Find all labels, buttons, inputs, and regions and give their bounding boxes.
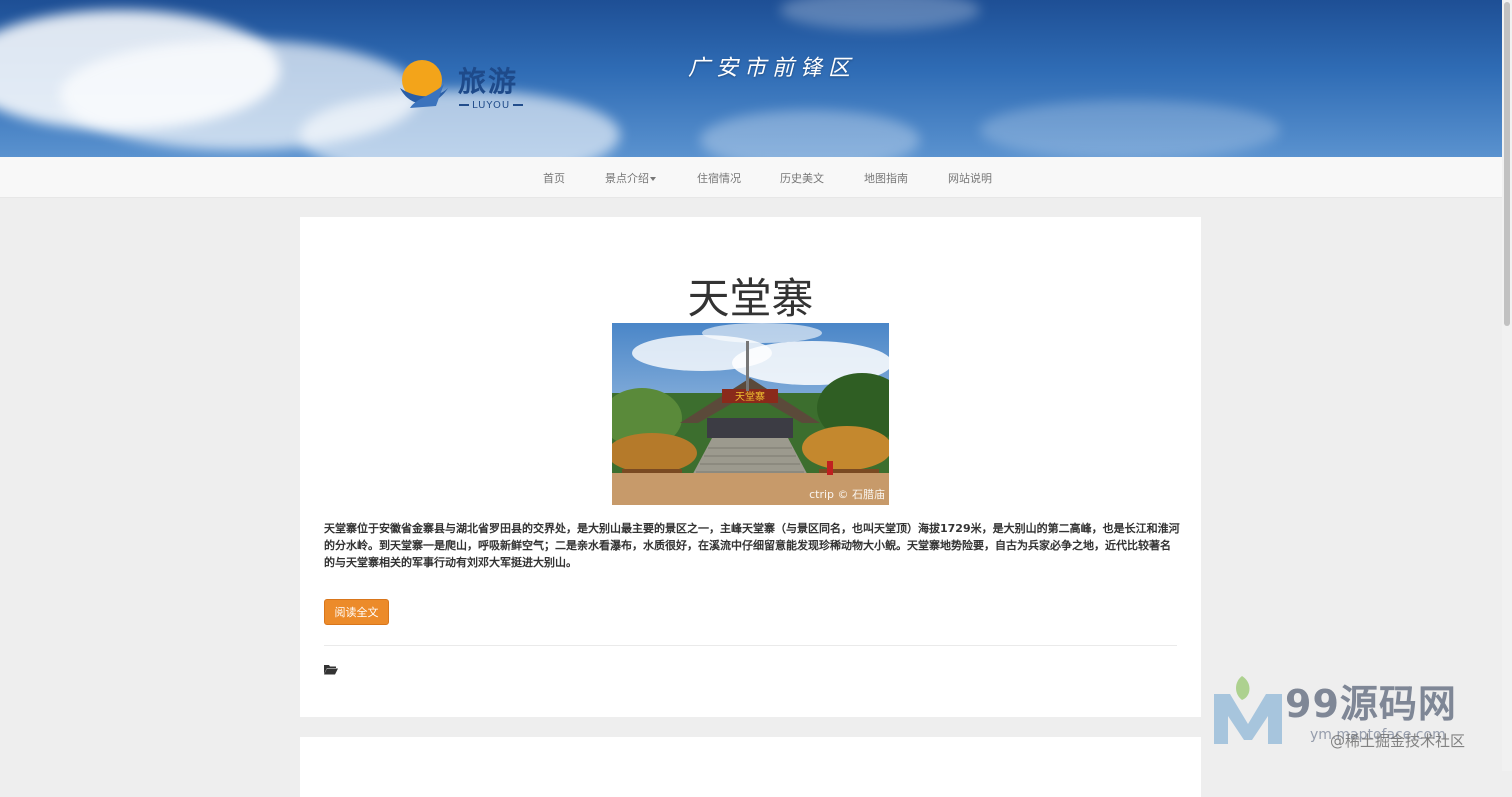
nav-item-label: 历史美文 — [780, 172, 824, 185]
read-more-button[interactable]: 阅读全文 — [324, 599, 389, 625]
gate-sign-text: 天堂寨 — [735, 390, 765, 403]
header-banner: 旅游 LUYOU 广安市前锋区 — [0, 0, 1502, 157]
main-navbar: 首页 景点介绍 住宿情况 历史美文 地图指南 网站说明 — [0, 157, 1502, 198]
cloud-decoration — [700, 110, 920, 157]
cloud-decoration — [980, 100, 1280, 157]
caret-down-icon — [650, 177, 656, 181]
post-image[interactable]: 天堂寨 ctrip © 石腊庙 — [612, 323, 889, 505]
nav-item-site-info[interactable]: 网站说明 — [948, 170, 992, 186]
site-title: 广安市前锋区 — [688, 56, 857, 81]
nav-item-label: 网站说明 — [948, 172, 992, 185]
nav-item-label: 地图指南 — [864, 172, 908, 185]
post-title[interactable]: 天堂寨 — [300, 265, 1201, 326]
nav-item-attractions[interactable]: 景点介绍 — [605, 170, 656, 186]
nav-item-home[interactable]: 首页 — [543, 170, 565, 186]
folder-open-icon[interactable] — [324, 664, 338, 675]
post-divider — [324, 645, 1177, 646]
post-card: 天堂寨 天堂寨 ctrip © 石腊庙 天堂寨位于安徽省金寨县与湖北省罗田县的交… — [300, 217, 1201, 717]
post-card-next — [300, 737, 1201, 797]
nav-item-label: 首页 — [543, 172, 565, 185]
nav-item-map-guide[interactable]: 地图指南 — [864, 170, 908, 186]
scrollbar-thumb[interactable] — [1504, 2, 1510, 326]
nav-item-history[interactable]: 历史美文 — [780, 170, 824, 186]
image-credit: ctrip © 石腊庙 — [809, 488, 885, 501]
nav-item-accommodation[interactable]: 住宿情况 — [697, 170, 741, 186]
scenic-gate-image: 天堂寨 — [612, 323, 889, 505]
cloud-decoration — [780, 0, 980, 30]
watermark-community: @稀土掘金技术社区 — [1330, 732, 1466, 750]
nav-item-label: 住宿情况 — [697, 172, 741, 185]
logo-subtitle: LUYOU — [456, 100, 526, 111]
nav-item-label: 景点介绍 — [605, 172, 649, 185]
post-excerpt: 天堂寨位于安徽省金寨县与湖北省罗田县的交界处，是大别山最主要的景区之一，主峰天堂… — [324, 522, 1180, 569]
watermark-brand: 99源码网 — [1285, 682, 1457, 726]
logo-text[interactable]: 旅游 — [458, 60, 518, 100]
